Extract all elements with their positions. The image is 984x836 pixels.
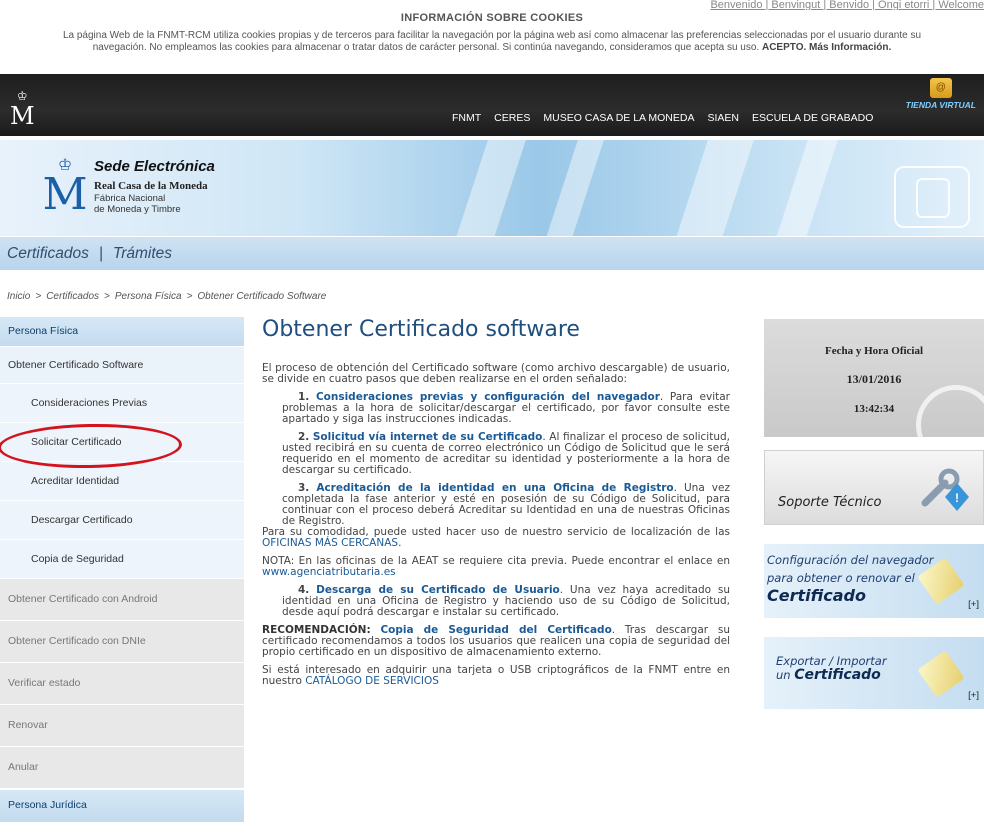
sidebar-head-persona-juridica[interactable]: Persona Jurídica bbox=[0, 790, 244, 823]
page-title: Obtener Certificado software bbox=[262, 317, 580, 342]
nav-museo[interactable]: MUSEO CASA DE LA MONEDA bbox=[543, 112, 694, 124]
sidebar: Persona Física Obtener Certificado Softw… bbox=[0, 317, 244, 823]
wrench-warning-icon: ! bbox=[921, 468, 969, 511]
step-1: 1. Consideraciones previas y configuraci… bbox=[262, 392, 730, 425]
cookie-more-link[interactable]: Más Información. bbox=[809, 42, 891, 53]
section-nav: Certificados | Trámites bbox=[0, 237, 984, 270]
official-time-box: Fecha y Hora Oficial 13/01/2016 13:42:34 bbox=[764, 319, 984, 465]
conf-more-link[interactable]: [+] bbox=[968, 599, 979, 610]
step-2: 2. Solicitud vía internet de su Certific… bbox=[262, 432, 730, 476]
banner-stripe bbox=[538, 140, 608, 236]
nav-fnmt[interactable]: FNMT bbox=[452, 112, 481, 124]
banner-stripe bbox=[668, 140, 758, 236]
sidebar-item-verificar[interactable]: Verificar estado bbox=[0, 663, 244, 705]
expo-line-1: Exportar / Importar bbox=[776, 654, 887, 668]
clock-title: Fecha y Hora Oficial bbox=[824, 345, 924, 357]
cookie-title: INFORMACIÓN SOBRE COOKIES bbox=[400, 12, 584, 24]
banner-stripe bbox=[768, 140, 842, 236]
intro-text: El proceso de obtención del Certificado … bbox=[262, 362, 730, 385]
expo-more-link[interactable]: [+] bbox=[968, 690, 979, 701]
configuracion-navegador-banner[interactable]: Configuración del navegador para obtener … bbox=[764, 544, 984, 618]
sidebar-item-consideraciones[interactable]: Consideraciones Previas bbox=[0, 384, 244, 423]
soporte-tecnico-button[interactable]: Soporte Técnico ! bbox=[764, 450, 984, 525]
conf-line-2: para obtener o renovar el bbox=[767, 571, 915, 585]
banner-stripe bbox=[448, 140, 530, 236]
clock-time: 13:42:34 bbox=[853, 403, 895, 415]
tienda-label: TIENDA VIRTUAL bbox=[905, 100, 976, 110]
sidebar-item-descargar[interactable]: Descargar Certificado bbox=[0, 501, 244, 540]
tienda-virtual[interactable]: @ TIENDA VIRTUAL bbox=[906, 78, 976, 110]
oficinas-link[interactable]: OFICINAS MÁS CERCANAS bbox=[262, 537, 398, 549]
expo-line-2-prefix: un bbox=[776, 668, 795, 682]
sidebar-head-persona-fisica[interactable]: Persona Física bbox=[0, 317, 244, 347]
nav-siaen[interactable]: SIAEN bbox=[707, 112, 739, 124]
smartcard-chip-icon bbox=[894, 166, 970, 228]
sidebar-item-copia[interactable]: Copia de Seguridad bbox=[0, 540, 244, 579]
top-nav: FNMT CERES MUSEO CASA DE LA MONEDA SIAEN… bbox=[452, 112, 886, 124]
step-4: 4. Descarga de su Certificado de Usuario… bbox=[262, 585, 730, 618]
cookie-text-1: La página Web de la FNMT-RCM utiliza coo… bbox=[62, 30, 922, 41]
sidebar-item-renovar[interactable]: Renovar bbox=[0, 705, 244, 747]
sede-lines: Fábrica Nacional de Moneda y Timbre bbox=[94, 193, 181, 215]
sidebar-item-dnie[interactable]: Obtener Certificado con DNIe bbox=[0, 621, 244, 663]
nav-ceres[interactable]: CERES bbox=[494, 112, 530, 124]
certificate-lock-icon bbox=[917, 650, 965, 698]
breadcrumb-current: Obtener Certificado Software bbox=[197, 291, 327, 302]
breadcrumb-certificados[interactable]: Certificados bbox=[46, 291, 99, 302]
tab-tramites[interactable]: Trámites bbox=[113, 245, 172, 262]
sede-title: Sede Electrónica bbox=[94, 158, 215, 175]
sede-subtitle: Real Casa de la Moneda bbox=[94, 180, 208, 192]
cookie-accept-link[interactable]: ACEPTO. bbox=[762, 42, 806, 53]
shopping-bag-icon: @ bbox=[929, 78, 952, 98]
clock-date: 13/01/2016 bbox=[846, 372, 902, 386]
sede-line-3: de Moneda y Timbre bbox=[94, 204, 181, 215]
nota: NOTA: En las oficinas de la AEAT se requ… bbox=[262, 556, 730, 578]
breadcrumb: Inicio > Certificados > Persona Física > Obten… bbox=[7, 291, 327, 302]
nav-escuela[interactable]: ESCUELA DE GRABADO bbox=[752, 112, 873, 124]
top-header: ♔ M FNMT CERES MUSEO CASA DE LA MONEDA SI… bbox=[0, 74, 984, 136]
exportar-importar-banner[interactable]: Exportar / Importar un Certificado [+] bbox=[764, 637, 984, 709]
breadcrumb-persona-fisica[interactable]: Persona Física bbox=[115, 291, 182, 302]
catalogo-link[interactable]: CATÁLOGO DE SERVICIOS bbox=[305, 675, 439, 687]
conf-line-3: Certificado bbox=[767, 586, 866, 605]
cookie-text-2: navegación. No empleamos las cookies par… bbox=[92, 42, 760, 53]
sede-banner: ♔ M Sede Electrónica Real Casa de la Mone… bbox=[0, 140, 984, 236]
sidebar-item-obtener-software[interactable]: Obtener Certificado Software bbox=[0, 347, 244, 384]
cookie-notice: INFORMACIÓN SOBRE COOKIES La página Web … bbox=[0, 12, 984, 54]
expo-line-2: Certificado bbox=[794, 667, 881, 683]
tab-certificados[interactable]: Certificados bbox=[7, 245, 89, 262]
soporte-label: Soporte Técnico bbox=[778, 495, 882, 510]
sede-line-2: Fábrica Nacional bbox=[94, 193, 166, 204]
final-text: Si está interesado en adquirir una tarje… bbox=[262, 665, 730, 687]
sidebar-item-acreditar[interactable]: Acreditar Identidad bbox=[0, 462, 244, 501]
conf-line-1: Configuración del navegador bbox=[767, 553, 934, 567]
sidebar-item-anular[interactable]: Anular bbox=[0, 747, 244, 789]
svg-text:!: ! bbox=[955, 491, 959, 505]
agencia-link[interactable]: www.agenciatributaria.es bbox=[262, 566, 396, 578]
sede-emblem-icon[interactable]: ♔ M bbox=[42, 158, 88, 220]
fnmt-logo[interactable]: ♔ M bbox=[10, 86, 35, 128]
recomendacion: RECOMENDACIÓN: Copia de Seguridad del Ce… bbox=[262, 625, 730, 658]
main-content: Obtener Certificado software El proceso … bbox=[262, 317, 730, 694]
right-column: Fecha y Hora Oficial 13/01/2016 13:42:34… bbox=[764, 319, 984, 709]
language-links[interactable]: Benvenido | Benvingut | Benvido | Ongi e… bbox=[710, 0, 984, 10]
step-3-extra: Para su comodidad, puede usted hacer uso… bbox=[262, 526, 730, 549]
logo-letter: M bbox=[10, 102, 35, 130]
sidebar-item-android[interactable]: Obtener Certificado con Android bbox=[0, 579, 244, 621]
step-3: 3. Acreditación de la identidad en una O… bbox=[262, 483, 730, 527]
breadcrumb-inicio[interactable]: Inicio bbox=[7, 291, 30, 302]
